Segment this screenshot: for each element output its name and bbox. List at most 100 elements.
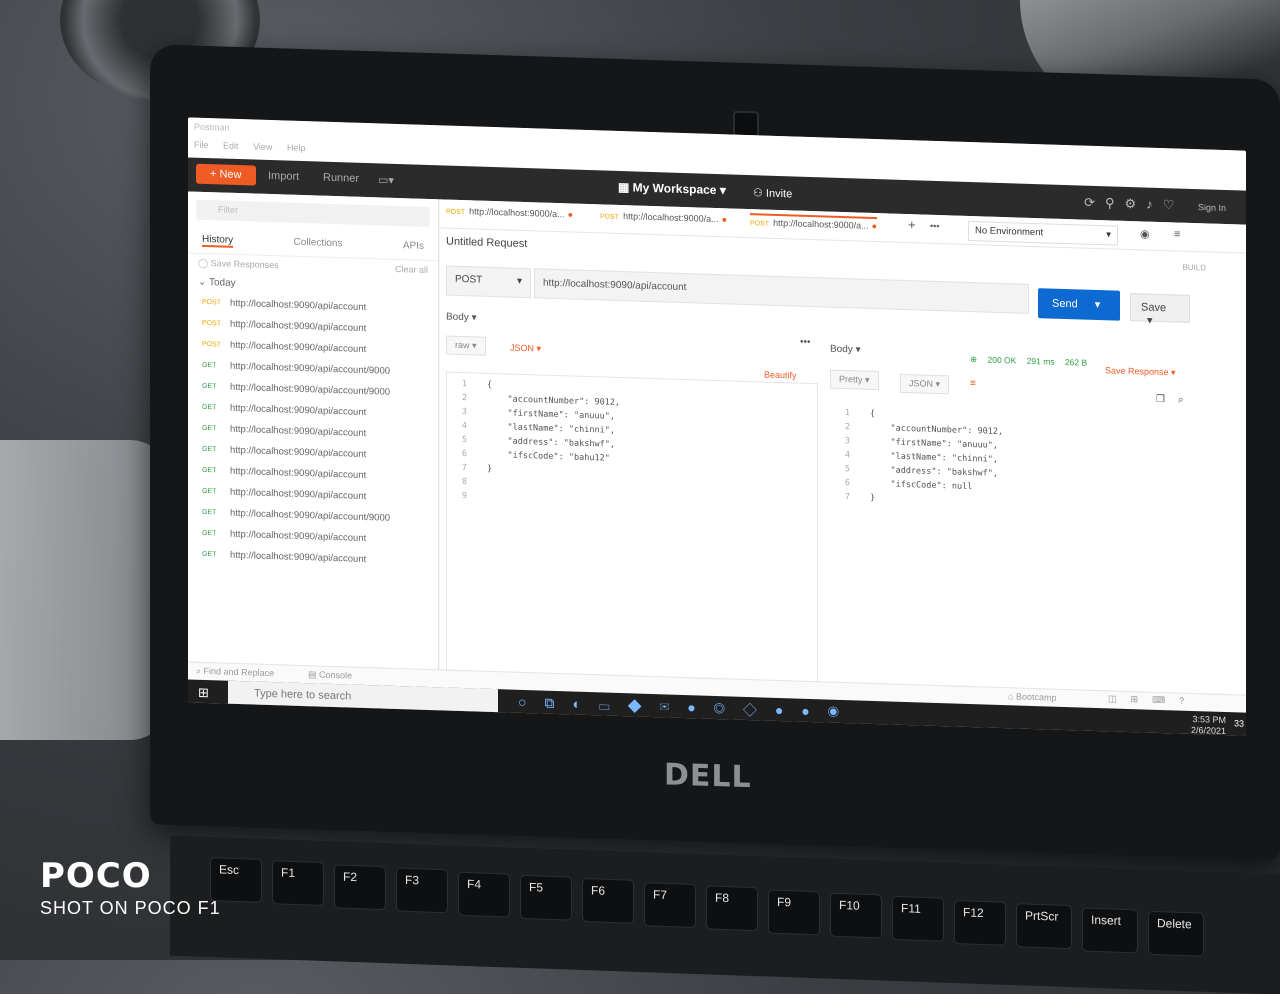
method-select[interactable]: POST ▾ (446, 265, 531, 299)
tab-history[interactable]: History (202, 233, 234, 248)
keyboard-key[interactable]: F8 (706, 885, 758, 932)
pane-icon[interactable]: ⊞ (1131, 694, 1153, 705)
request-tab[interactable]: POST http://localhost:9000/a... ● (446, 206, 573, 220)
keyboard-key[interactable]: F1 (272, 860, 324, 907)
eye-icon[interactable]: ◉ (1140, 227, 1150, 240)
status-code[interactable]: 200 OK (988, 355, 1017, 366)
history-url: http://localhost:9090/api/account (230, 318, 367, 335)
send-button[interactable]: Send ▾ (1038, 288, 1120, 321)
menu-view[interactable]: View (253, 141, 272, 152)
cortana-icon[interactable]: ○ (518, 694, 544, 711)
wrap-lines-icon[interactable]: ≡ (970, 378, 976, 389)
tab-method: POST (750, 220, 770, 228)
sync-icon[interactable]: ⟳ (1084, 195, 1105, 211)
bootcamp-button[interactable]: ⌂ Bootcamp (1008, 691, 1056, 703)
clear-all-button[interactable]: Clear all (395, 264, 428, 276)
save-button[interactable]: Save ▾ (1130, 293, 1190, 327)
console-button[interactable]: ▤ Console (308, 669, 352, 681)
import-button[interactable]: Import (268, 170, 299, 183)
app-icon[interactable]: ● (801, 703, 827, 720)
response-status-bar: ⊕ 200 OK 291 ms 262 B (970, 354, 1095, 369)
satellite-icon[interactable]: ⚲ (1105, 195, 1125, 211)
keyboard-key[interactable]: F9 (768, 889, 820, 935)
menu-help[interactable]: Help (287, 143, 306, 154)
keyboard-icon[interactable]: ⌨ (1152, 695, 1179, 706)
keyboard-key[interactable]: F7 (644, 881, 696, 928)
bell-icon[interactable]: ♪ (1146, 197, 1163, 213)
postman-icon[interactable]: ◉ (828, 704, 857, 721)
pretty-label: Pretty (839, 373, 863, 385)
windows-start-icon[interactable]: ⊞ (198, 685, 209, 701)
app-icon[interactable]: ◆ (628, 697, 660, 714)
response-format-dropdown[interactable]: JSON ▾ (900, 373, 950, 395)
save-response-button[interactable]: Save Response ▾ (1105, 365, 1176, 378)
app-icon[interactable]: ● (687, 699, 713, 716)
code-line: "address": "bakshwf", (870, 464, 998, 479)
line-number: 1 (461, 379, 467, 390)
method-badge: GET (202, 424, 217, 433)
keyboard-key[interactable]: F11 (892, 896, 944, 943)
keyboard-key[interactable]: F4 (458, 871, 510, 918)
menu-edit[interactable]: Edit (223, 141, 239, 151)
tab-collections[interactable]: Collections (294, 237, 343, 252)
line-number: 4 (844, 450, 850, 461)
response-size[interactable]: 262 B (1065, 357, 1087, 368)
tab-apis[interactable]: APIs (403, 240, 424, 254)
find-replace-button[interactable]: ⌕ Find and Replace (196, 666, 274, 679)
invite-button[interactable]: ⚇ Invite (753, 186, 792, 200)
search-icon[interactable]: ⌕ (1178, 395, 1184, 406)
keyboard-key[interactable]: F12 (954, 899, 1006, 946)
sign-in-link[interactable]: Sign In (1198, 202, 1226, 213)
add-tab-icon[interactable]: + (908, 217, 916, 232)
app-icon[interactable]: ● (775, 702, 801, 719)
keyboard-key[interactable]: F2 (334, 864, 386, 910)
menu-file[interactable]: File (194, 140, 209, 150)
environment-selector[interactable]: No Environment ▾ (968, 220, 1118, 246)
keyboard-key[interactable]: Delete (1148, 910, 1204, 957)
keyboard-key[interactable]: PrtScr (1016, 903, 1072, 950)
runner-button[interactable]: Runner (323, 172, 359, 185)
more-options-icon[interactable]: ••• (800, 337, 811, 348)
raw-dropdown[interactable]: raw ▾ (446, 335, 486, 356)
section-label: Today (208, 277, 236, 289)
keyboard-key[interactable]: F10 (830, 892, 882, 939)
filter-input[interactable]: Filter (196, 199, 430, 228)
file-explorer-icon[interactable]: ▭ (599, 696, 628, 713)
url-input[interactable]: http://localhost:9090/api/account (534, 268, 1029, 314)
help-icon[interactable]: ? (1179, 696, 1198, 707)
keyboard-key[interactable]: F3 (396, 867, 448, 914)
gear-icon[interactable]: ⚙ (1125, 196, 1147, 212)
request-body-editor[interactable]: 1 {2 "accountNumber": 9012, 3 "firstName":… (446, 371, 818, 686)
response-body-dropdown[interactable]: Body ▾ (830, 344, 861, 356)
response-time[interactable]: 291 ms (1027, 356, 1055, 367)
new-window-icon[interactable]: ▭▾ (378, 173, 394, 187)
more-tabs-icon[interactable]: ••• (930, 221, 939, 231)
edge-icon[interactable]: ◐ (572, 696, 598, 713)
heart-icon[interactable]: ♡ (1163, 197, 1185, 213)
task-view-icon[interactable]: ⧉ (544, 695, 572, 712)
keyboard-key[interactable]: F6 (582, 878, 634, 925)
request-tab[interactable]: POST http://localhost:9000/a... ● (600, 210, 727, 224)
workspace-selector[interactable]: ▦ My Workspace ▾ (618, 180, 726, 197)
chrome-icon[interactable]: ◎ (714, 700, 743, 717)
request-body-dropdown[interactable]: Body ▾ (446, 312, 477, 324)
system-tray[interactable]: 3:53 PM 2/6/2021 (1191, 714, 1226, 736)
keyboard-key[interactable]: F5 (520, 874, 572, 921)
save-responses-toggle[interactable]: ◯ Save Responses (198, 258, 279, 272)
settings-sliders-icon[interactable]: ≡ (1174, 228, 1180, 240)
keyboard-key[interactable]: Insert (1082, 907, 1138, 954)
body-format-dropdown[interactable]: JSON ▾ (502, 339, 550, 358)
chevron-down-icon: ▾ (1147, 314, 1153, 327)
copy-icon[interactable]: ❐ (1156, 394, 1165, 405)
app-icon[interactable]: ◇ (743, 701, 775, 718)
notification-badge[interactable]: 33 (1234, 718, 1244, 728)
tab-label: http://localhost:9000/a... (469, 206, 565, 220)
request-tab-active[interactable]: POST http://localhost:9000/a... ● (750, 213, 878, 232)
pretty-dropdown[interactable]: Pretty ▾ (830, 369, 879, 391)
new-button[interactable]: + New (196, 163, 256, 186)
outlook-icon[interactable]: ✉ (660, 698, 688, 715)
beautify-button[interactable]: Beautify (764, 370, 797, 381)
request-title[interactable]: Untitled Request (446, 236, 527, 251)
layout-toggle-icon[interactable]: ◫ (1108, 693, 1131, 704)
code-line: "firstName": "anuuu", (870, 436, 998, 451)
